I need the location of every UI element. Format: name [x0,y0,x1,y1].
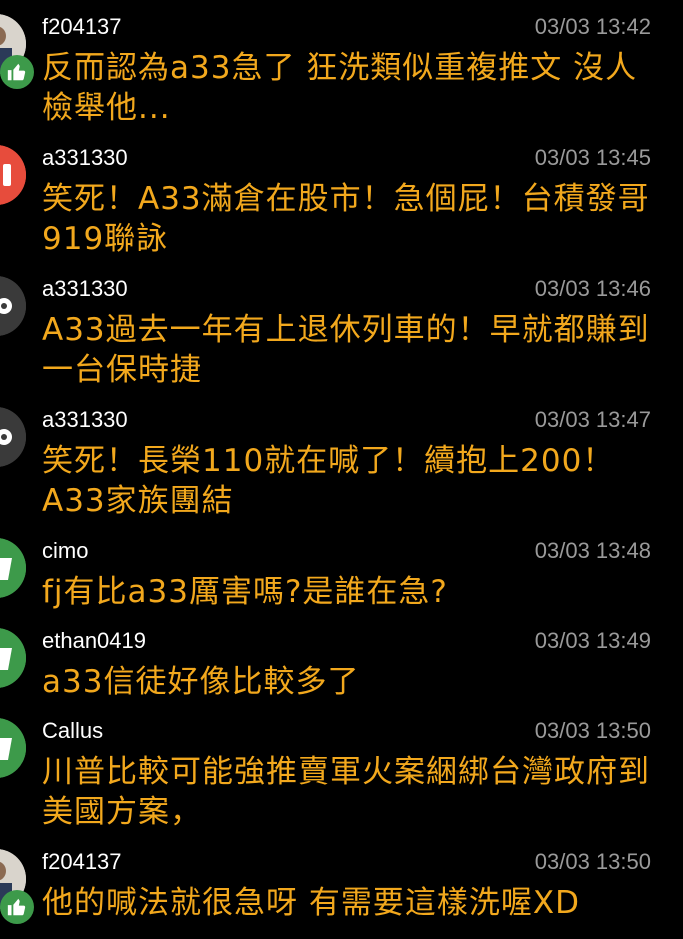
comment-item[interactable]: cimo 03/03 13:48 fj有比a33厲害嗎?是誰在急? [0,538,683,618]
comment-time: 03/03 13:47 [534,407,651,432]
comment-time: 03/03 13:45 [534,145,651,170]
comment-text: 反而認為a33急了 狂洗類似重複推文 沒人檢舉他... [42,50,638,126]
comment-item[interactable]: f204137 03/03 13:50 他的喊法就很急呀 有需要這樣洗喔XD [0,849,683,939]
comment-text: A33過去一年有上退休列車的！早就都賺到一台保時捷 [42,312,650,388]
comment-username[interactable]: ethan0419 [42,628,146,654]
comment-item[interactable]: a331330 03/03 13:47 笑死！長榮110就在喊了！續抱上200！… [0,407,683,527]
comment-time: 03/03 13:50 [534,849,651,874]
comment-time: 03/03 13:42 [534,14,651,39]
user-avatar[interactable] [0,276,26,336]
comment-text: 他的喊法就很急呀 有需要這樣洗喔XD [42,885,580,921]
comment-item[interactable]: a331330 03/03 13:45 笑死！A33滿倉在股市！急個屁！台積發哥… [0,145,683,265]
comment-text: 川普比較可能強推賣軍火案綑綁台灣政府到美國方案， [42,754,650,830]
comment-time: 03/03 13:46 [534,276,651,301]
comment-username[interactable]: a331330 [42,276,128,302]
user-avatar[interactable] [0,538,26,598]
comment-username[interactable]: cimo [42,538,88,564]
thumbs-up-icon [0,890,34,924]
user-avatar[interactable] [0,718,26,778]
comment-item[interactable]: f204137 03/03 13:42 反而認為a33急了 狂洗類似重複推文 沒… [0,14,683,134]
comment-time: 03/03 13:50 [534,718,651,743]
comment-text: a33信徒好像比較多了 [42,664,360,700]
comment-item[interactable]: Callus 03/03 13:50 川普比較可能強推賣軍火案綑綁台灣政府到美國… [0,718,683,838]
comment-time: 03/03 13:49 [534,628,651,653]
comment-username[interactable]: a331330 [42,145,128,171]
user-avatar[interactable] [0,407,26,467]
user-avatar[interactable] [0,145,26,205]
comment-username[interactable]: Callus [42,718,103,744]
thumbs-up-icon [0,55,34,89]
comment-text: 笑死！長榮110就在喊了！續抱上200！A33家族團結 [42,443,615,519]
comment-username[interactable]: f204137 [42,14,122,40]
user-avatar[interactable] [0,628,26,688]
comment-time: 03/03 13:48 [534,538,651,563]
comment-item[interactable]: a331330 03/03 13:46 A33過去一年有上退休列車的！早就都賺到… [0,276,683,396]
comment-text: 笑死！A33滿倉在股市！急個屁！台積發哥919聯詠 [42,181,650,257]
comment-username[interactable]: a331330 [42,407,128,433]
comment-username[interactable]: f204137 [42,849,122,875]
comment-text: fj有比a33厲害嗎?是誰在急? [42,574,448,610]
comment-item[interactable]: ethan0419 03/03 13:49 a33信徒好像比較多了 [0,628,683,708]
